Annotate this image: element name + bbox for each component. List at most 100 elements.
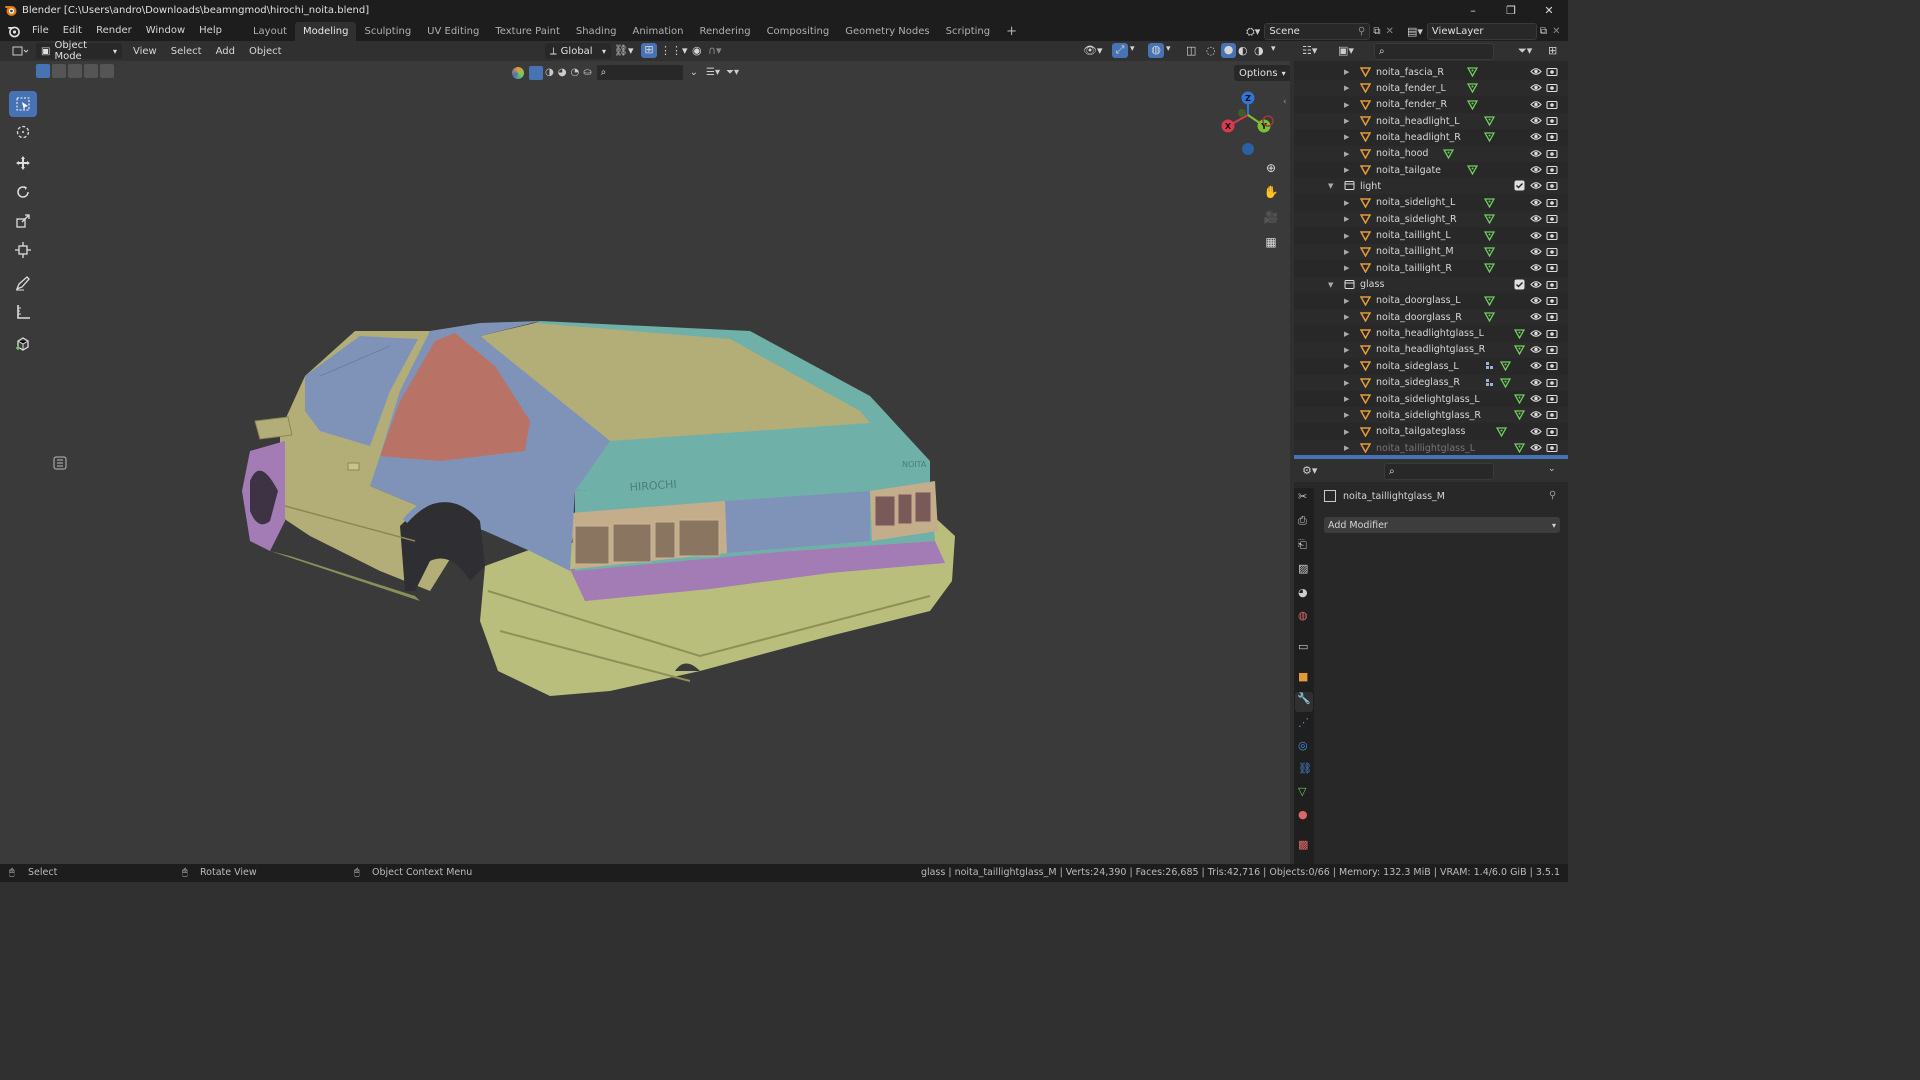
falloff-icon[interactable]: ∩▾ bbox=[708, 44, 722, 57]
render-camera-icon[interactable] bbox=[1546, 99, 1558, 110]
visibility-eye-icon[interactable] bbox=[1530, 180, 1542, 191]
outliner-object-row[interactable]: ▶ noita_taillight_R bbox=[1294, 260, 1568, 276]
outliner-object-row[interactable]: ▶ noita_fender_L bbox=[1294, 80, 1568, 97]
expand-right-icon[interactable]: ▶ bbox=[1344, 264, 1349, 272]
xray-icon[interactable]: ◫ bbox=[1186, 44, 1196, 57]
outliner-object-row[interactable]: ▶ noita_sideglass_R bbox=[1294, 374, 1568, 391]
material-shading-icon[interactable]: ◐ bbox=[1238, 44, 1248, 57]
visibility-eye-icon[interactable] bbox=[1530, 66, 1542, 77]
render-camera-icon[interactable] bbox=[1546, 344, 1558, 355]
filter-icon[interactable]: ⏷▾ bbox=[1518, 44, 1532, 58]
outliner-object-row[interactable]: ▶ noita_hood bbox=[1294, 145, 1568, 162]
expand-right-icon[interactable]: ▶ bbox=[1344, 428, 1349, 436]
camera-view-icon[interactable]: 🎥 bbox=[1261, 207, 1281, 227]
select-box-tool[interactable] bbox=[9, 91, 37, 117]
scale-tool[interactable] bbox=[9, 208, 37, 234]
render-camera-icon[interactable] bbox=[1546, 180, 1558, 191]
outliner-object-row[interactable]: ▶ noita_taillightglass_L bbox=[1294, 440, 1568, 457]
outliner-object-row[interactable]: ▶ noita_sidelight_R bbox=[1294, 211, 1568, 228]
zoom-icon[interactable]: ⊕ bbox=[1261, 158, 1281, 178]
outliner-collection-row[interactable]: ▼ light bbox=[1294, 178, 1568, 195]
mesh-data-icon[interactable] bbox=[1484, 230, 1496, 241]
menu-help[interactable]: Help bbox=[192, 20, 229, 41]
render-camera-icon[interactable] bbox=[1546, 115, 1558, 126]
scene-field[interactable]: Scene ⚲ bbox=[1264, 23, 1371, 40]
properties-options-icon[interactable]: ⌄ bbox=[1548, 464, 1556, 474]
add-modifier-dropdown[interactable]: Add Modifier ▾ bbox=[1324, 517, 1560, 533]
tab-compositing[interactable]: Compositing bbox=[759, 22, 838, 41]
mesh-data-icon[interactable] bbox=[1513, 442, 1525, 454]
blender-menu-icon[interactable] bbox=[7, 24, 21, 38]
expand-right-icon[interactable]: ▶ bbox=[1344, 395, 1349, 403]
visibility-eye-icon[interactable] bbox=[1530, 164, 1542, 175]
expand-right-icon[interactable]: ▶ bbox=[1344, 232, 1349, 240]
outliner-object-row[interactable]: ▶ noita_fender_R bbox=[1294, 97, 1568, 113]
new-scene-icon[interactable]: ⧉ bbox=[1373, 26, 1380, 37]
outliner-object-row[interactable]: ▶ noita_sidelightglass_L bbox=[1294, 391, 1568, 407]
expand-right-icon[interactable]: ▶ bbox=[1344, 199, 1349, 207]
visibility-eye-icon[interactable] bbox=[1530, 426, 1542, 437]
cursor-tool[interactable] bbox=[9, 119, 37, 145]
tab-rendering[interactable]: Rendering bbox=[691, 22, 758, 41]
menu-select[interactable]: Select bbox=[164, 41, 209, 62]
outliner-object-row[interactable]: ▶ noita_fascia_R bbox=[1294, 64, 1568, 80]
render-camera-icon[interactable] bbox=[1546, 148, 1558, 159]
expand-right-icon[interactable]: ▶ bbox=[1344, 313, 1349, 321]
expand-right-icon[interactable]: ▶ bbox=[1344, 68, 1349, 76]
hierarchy-icon[interactable]: ☰▾ bbox=[706, 67, 720, 78]
visibility-eye-icon[interactable] bbox=[1530, 197, 1542, 208]
add-cube-tool[interactable] bbox=[9, 331, 37, 357]
pivot-icon[interactable]: ⛓▾ bbox=[614, 44, 634, 57]
mesh-data-icon[interactable] bbox=[1500, 360, 1512, 372]
viewlayer-icon[interactable]: ▤▾ bbox=[1407, 25, 1423, 38]
select-invert-icon[interactable] bbox=[84, 64, 98, 78]
solid-shading-icon[interactable]: ● bbox=[1221, 43, 1236, 58]
expand-down-icon[interactable]: ▼ bbox=[1328, 281, 1333, 289]
taillight-right[interactable] bbox=[874, 491, 932, 527]
outliner-editor-icon[interactable]: ☷▾ bbox=[1302, 44, 1317, 57]
annotate-tool[interactable] bbox=[9, 270, 37, 296]
funnel-icon[interactable]: ⏷▾ bbox=[726, 67, 739, 78]
mesh-data-icon[interactable] bbox=[1484, 197, 1496, 209]
expand-right-icon[interactable]: ▶ bbox=[1344, 297, 1349, 305]
expand-right-icon[interactable]: ▶ bbox=[1344, 379, 1349, 387]
select-subtract-icon[interactable] bbox=[68, 64, 82, 78]
snap-icon[interactable]: ⊞ bbox=[641, 43, 657, 58]
visibility-eye-icon[interactable] bbox=[1530, 131, 1542, 142]
scene-icon[interactable]: ⛭▾ bbox=[1246, 25, 1260, 39]
mesh-data-icon[interactable] bbox=[1466, 99, 1478, 111]
expand-right-icon[interactable]: ▶ bbox=[1344, 84, 1349, 92]
mesh-data-icon[interactable] bbox=[1466, 82, 1478, 94]
properties-search-input[interactable]: ⌕ bbox=[1384, 463, 1494, 480]
outliner-object-row[interactable]: ▶ noita_headlightglass_R bbox=[1294, 341, 1568, 358]
3d-viewport[interactable]: ◑ ◕ ◔ ⛀ ⌕ ⌄ ☰▾ ⏷▾ Options ▾ ‹ Z X Y ⊕ ✋ … bbox=[0, 61, 1290, 864]
mesh-data-icon[interactable] bbox=[1513, 393, 1525, 405]
expand-right-icon[interactable]: ▶ bbox=[1344, 346, 1349, 354]
material-tab-icon[interactable]: ● bbox=[1298, 808, 1308, 821]
new-viewlayer-icon[interactable]: ⧉ bbox=[1540, 26, 1547, 37]
material-filter-icon[interactable]: ◕ bbox=[558, 67, 567, 78]
visibility-eye-icon[interactable] bbox=[1530, 360, 1542, 371]
outliner-search-input[interactable]: ⌕ bbox=[1374, 43, 1494, 60]
filter-options-icon[interactable]: ⌄ bbox=[690, 67, 698, 78]
object-tab-icon[interactable]: ■ bbox=[1298, 670, 1308, 683]
constraints-tab-icon[interactable]: ⛓ bbox=[1298, 762, 1312, 775]
select-extend-icon[interactable] bbox=[52, 64, 66, 78]
render-camera-icon[interactable] bbox=[1546, 66, 1558, 77]
outliner-object-row[interactable]: ▶ noita_taillight_M bbox=[1294, 243, 1568, 260]
mesh-data-icon[interactable] bbox=[1484, 311, 1496, 323]
mesh-data-icon[interactable] bbox=[1513, 328, 1525, 339]
new-collection-icon[interactable]: ⊞ bbox=[1548, 44, 1557, 57]
outliner-object-row[interactable]: ▶ noita_tailgateglass bbox=[1294, 424, 1568, 440]
mesh-data-icon[interactable] bbox=[1442, 148, 1455, 160]
render-camera-icon[interactable] bbox=[1546, 377, 1558, 388]
gizmo-dropdown-icon[interactable]: ▾ bbox=[1130, 44, 1135, 54]
visibility-eye-icon[interactable] bbox=[1530, 311, 1542, 322]
overlay-toggle-icon[interactable]: ◍ bbox=[1148, 43, 1164, 58]
modifier-tab-icon[interactable]: 🔧 bbox=[1295, 692, 1313, 712]
expand-down-icon[interactable]: ▼ bbox=[1328, 182, 1333, 190]
orientation-dropdown[interactable]: ⟂ Global ▾ bbox=[545, 43, 611, 59]
mesh-data-icon[interactable] bbox=[1484, 262, 1496, 274]
menu-window[interactable]: Window bbox=[139, 20, 192, 41]
visibility-eye-icon[interactable] bbox=[1530, 115, 1542, 126]
